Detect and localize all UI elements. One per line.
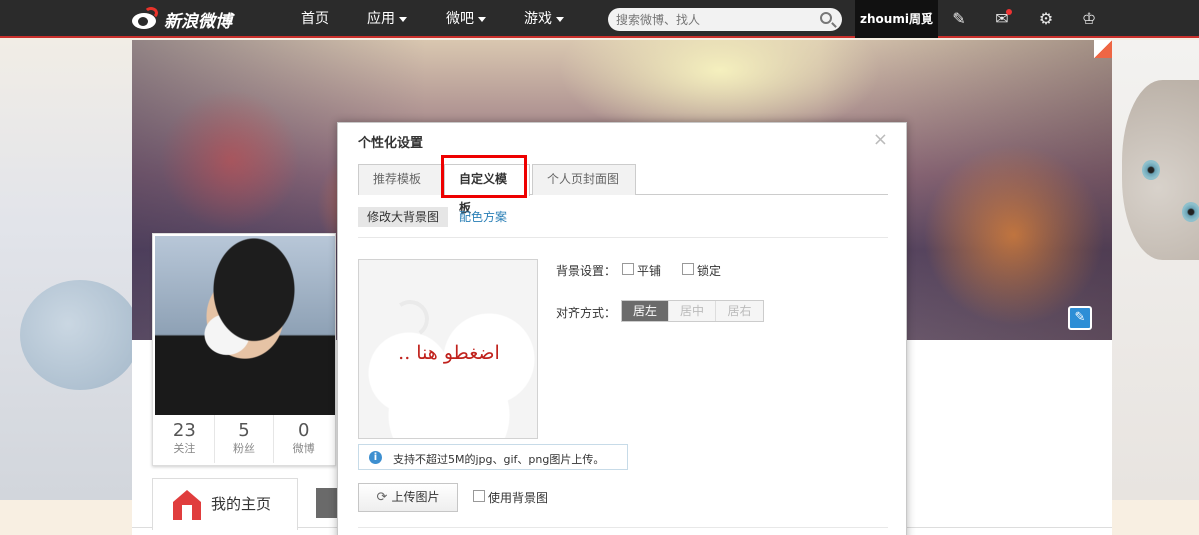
account-icon[interactable]: ♔ [1080,10,1098,28]
preview-overlay-text: اضغطو هنا .. [398,342,500,364]
subtab-color-scheme[interactable]: 配色方案 [450,207,516,227]
avatar-card: 23 关注 5 粉丝 0 微博 [152,233,336,466]
align-right-button[interactable]: 居右 [716,301,763,321]
info-icon: i [369,451,382,464]
message-icon[interactable]: ✉ [993,9,1012,28]
upload-tip: i 支持不超过5M的jpg、gif、png图片上传。 [358,444,628,470]
top-navigation-bar: 新浪微博 首页 应用 微吧 游戏 zhoumi周覓 ✎ ✉ ⚙ ♔ [0,0,1199,38]
search-box [608,8,842,31]
avatar[interactable] [155,236,335,415]
nav-home[interactable]: 首页 [301,0,329,38]
right-background-image [1112,40,1199,500]
lock-checkbox[interactable] [682,263,694,275]
align-center-button[interactable]: 居中 [669,301,716,321]
stat-following[interactable]: 23 关注 [155,415,215,463]
personalization-dialog: 个性化设置 × 推荐模板 自定义模板 个人页封面图 修改大背景图 配色方案 اض… [337,122,907,535]
highlight-box [441,155,527,198]
tab-recommended-template[interactable]: 推荐模板 [358,164,442,195]
use-background-checkbox[interactable] [473,490,485,502]
chevron-down-icon [399,16,407,22]
stat-followers[interactable]: 5 粉丝 [215,415,275,463]
cloud-icon [359,310,537,438]
align-left-button[interactable]: 居左 [622,301,669,321]
divider [358,527,888,528]
settings-icon[interactable]: ⚙ [1037,10,1055,28]
background-setting-label: 背景设置： [556,264,617,278]
upload-image-button[interactable]: ⟳ 上传图片 [358,483,458,512]
subtab-change-background[interactable]: 修改大背景图 [358,207,449,227]
dialog-tabs: 推荐模板 自定义模板 个人页封面图 [358,164,888,215]
chevron-down-icon [478,16,486,22]
tab-cover-image[interactable]: 个人页封面图 [532,164,636,195]
cover-edit-icon[interactable]: ✎ [1068,306,1092,330]
lock-label: 锁定 [697,264,722,278]
profile-stats: 23 关注 5 粉丝 0 微博 [155,415,333,463]
tile-label: 平铺 [637,264,662,278]
home-icon [173,490,201,520]
divider [358,237,888,238]
stat-posts[interactable]: 0 微博 [274,415,333,463]
use-background-label: 使用背景图 [488,491,549,505]
weibo-logo[interactable]: 新浪微博 [130,6,232,32]
alignment-label: 对齐方式： [556,306,617,320]
search-input[interactable] [616,11,806,28]
brand-name: 新浪微博 [164,11,232,32]
weibo-eye-icon [130,7,160,31]
tile-checkbox[interactable] [622,263,634,275]
left-background-image [0,40,140,500]
background-preview[interactable]: اضغطو هنا .. [358,259,538,439]
refresh-icon: ⟳ [376,490,388,505]
nav-weiba[interactable]: 微吧 [446,0,486,38]
tab-my-homepage[interactable]: 我的主页 [152,478,298,530]
corner-badge[interactable] [1094,40,1112,58]
search-icon[interactable] [820,12,832,24]
alignment-selector: 居左 居中 居右 [621,300,764,322]
dialog-title: 个性化设置 [358,136,424,151]
chevron-down-icon [556,16,564,22]
username-link[interactable]: zhoumi周覓 [855,0,938,38]
nav-apps[interactable]: 应用 [367,0,407,38]
compose-icon[interactable]: ✎ [950,10,968,28]
close-icon[interactable]: × [873,129,888,150]
nav-games[interactable]: 游戏 [524,0,564,38]
